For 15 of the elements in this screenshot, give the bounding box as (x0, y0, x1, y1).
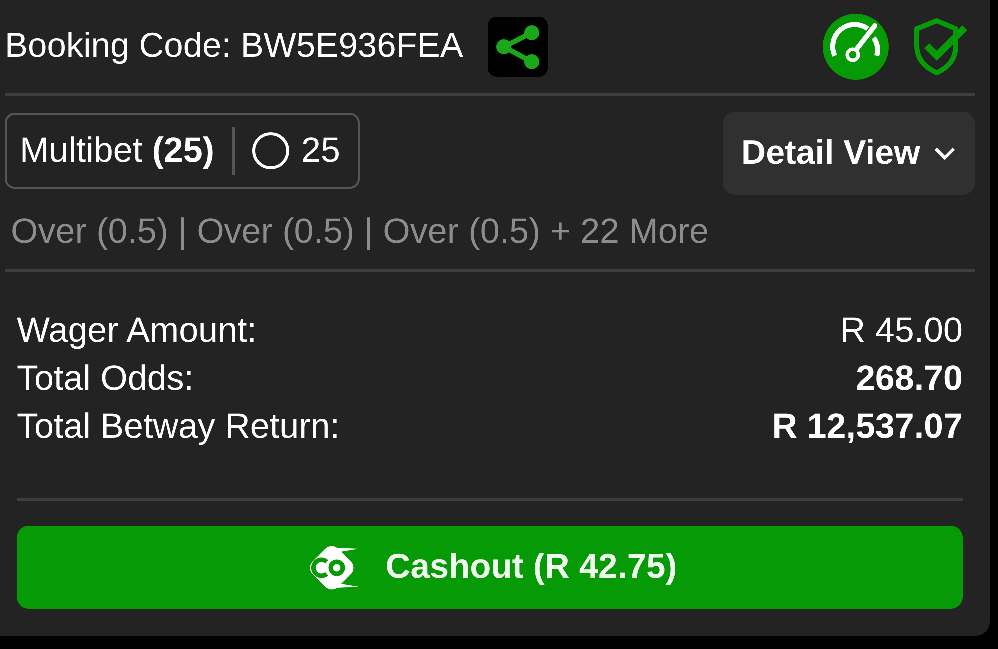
summary-label: Total Odds: (17, 358, 194, 400)
detail-view-dropdown[interactable]: Detail View (723, 112, 975, 195)
share-icon[interactable] (488, 16, 548, 76)
summary-label: Wager Amount: (17, 310, 257, 352)
speedometer-icon[interactable] (823, 14, 889, 80)
circle-icon (252, 132, 290, 170)
booking-code: Booking Code: BW5E936FEA (5, 27, 464, 66)
leg-count: 25 (302, 131, 340, 171)
bet-type-label: Multibet (25) (20, 131, 215, 171)
selections-summary: Over (0.5) | Over (0.5) | Over (0.5) + 22 More (10, 212, 710, 252)
summary-label: Total Betway Return: (17, 406, 340, 448)
summary-value: R 12,537.07 (772, 406, 963, 448)
summary-value: 268.70 (856, 358, 963, 400)
chevron-down-icon (934, 146, 956, 160)
summary-value: R 45.00 (840, 310, 963, 352)
